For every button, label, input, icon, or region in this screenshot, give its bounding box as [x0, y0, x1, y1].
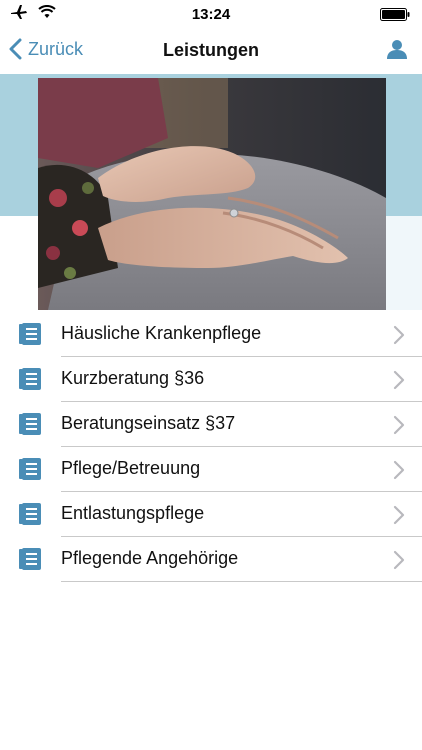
chevron-right-icon: [393, 550, 405, 570]
list-item[interactable]: Entlastungspflege: [0, 492, 422, 537]
hero-section: [0, 74, 422, 310]
chevron-right-icon: [393, 505, 405, 525]
list-item[interactable]: Kurzberatung §36: [0, 357, 422, 402]
list-item[interactable]: Pflegende Angehörige: [0, 537, 422, 582]
list-item-label: Pflegende Angehörige: [61, 548, 239, 568]
document-icon: [19, 323, 41, 345]
list-item[interactable]: Häusliche Krankenpflege: [0, 312, 422, 357]
page-title: Leistungen: [162, 40, 259, 60]
chevron-right-icon: [393, 370, 405, 390]
chevron-right-icon: [393, 415, 405, 435]
battery-icon: [380, 8, 410, 21]
status-time: 13:24: [191, 6, 231, 23]
person-icon[interactable]: [386, 38, 408, 60]
status-bar: 13:24: [0, 0, 422, 28]
services-list: Häusliche Krankenpflege Kurzberatung §36 B…: [0, 312, 422, 582]
document-icon: [19, 458, 41, 480]
list-item[interactable]: Pflege/Betreuung: [0, 447, 422, 492]
list-item-label: Entlastungspflege: [61, 503, 205, 523]
chevron-right-icon: [393, 460, 405, 480]
list-item-label: Kurzberatung §36: [61, 368, 205, 388]
list-item-label: Beratungseinsatz §37: [61, 413, 236, 433]
document-icon: [19, 413, 41, 435]
document-icon: [19, 503, 41, 525]
document-icon: [19, 368, 41, 390]
document-icon: [19, 548, 41, 570]
list-item-label: Pflege/Betreuung: [61, 458, 201, 478]
chevron-right-icon: [393, 325, 405, 345]
hands-photo-illustration: [38, 78, 386, 310]
hero-photo: [38, 78, 386, 310]
hero-background-fill: [384, 216, 422, 310]
list-item-label: Häusliche Krankenpflege: [61, 323, 262, 343]
navigation-bar: Zurück Leistungen: [0, 28, 422, 74]
list-item[interactable]: Beratungseinsatz §37: [0, 402, 422, 447]
row-separator: [61, 581, 422, 582]
